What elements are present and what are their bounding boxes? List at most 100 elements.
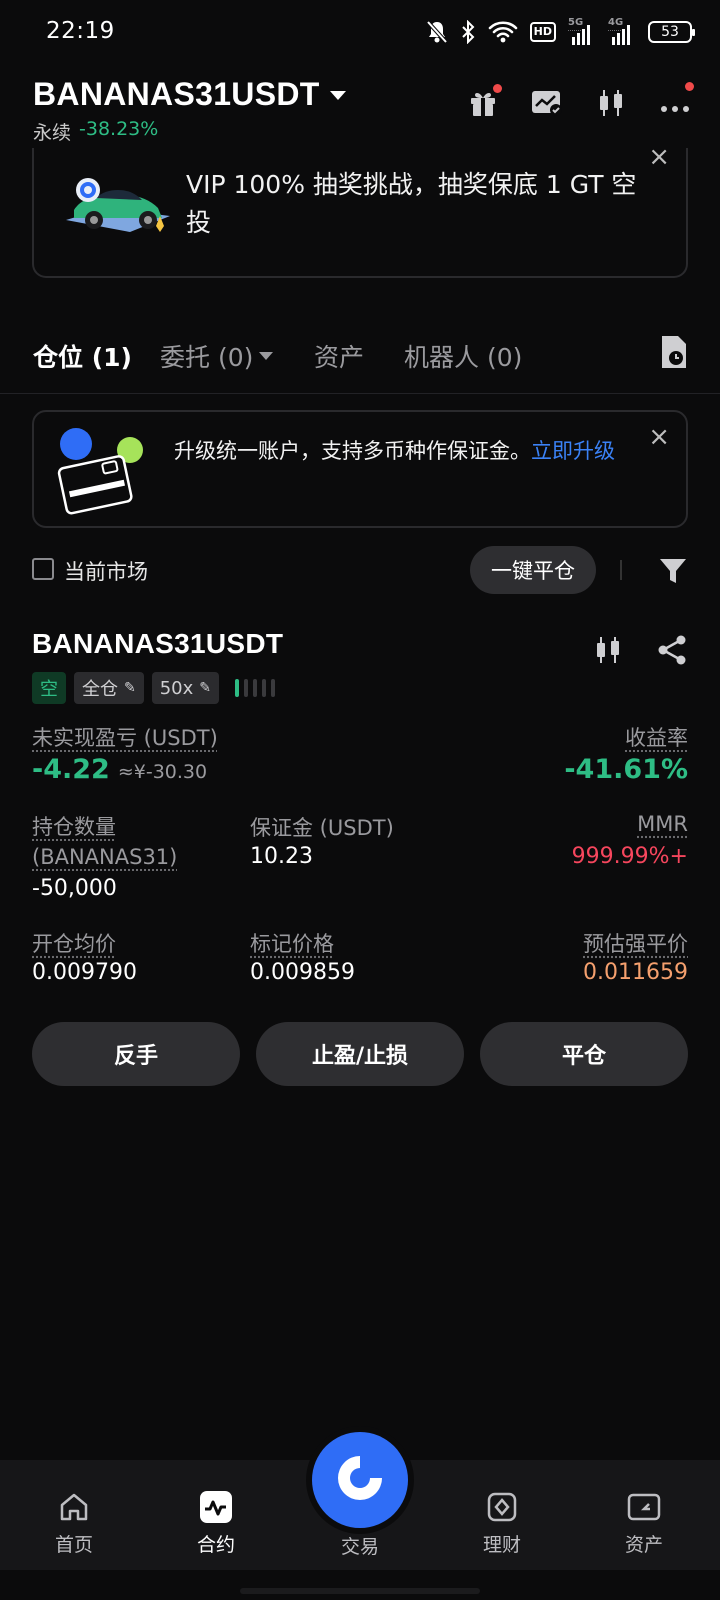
status-bar: 22:19 HD 5G 4G 53 <box>0 0 720 64</box>
chevron-down-icon <box>259 352 274 360</box>
nav-assets[interactable]: 资产 <box>594 1460 694 1570</box>
history-icon[interactable] <box>658 334 690 370</box>
tab-bots-label: 机器人 (0) <box>404 343 523 372</box>
nav-trade-label: 交易 <box>340 1536 379 1558</box>
symbol-selector[interactable]: BANANAS31USDT <box>33 76 346 113</box>
upgrade-now-link[interactable]: 立即升级 <box>531 439 615 463</box>
chart-check-icon[interactable] <box>530 86 564 120</box>
nav-futures[interactable]: 合约 <box>166 1460 266 1570</box>
tab-bots[interactable]: 机器人 (0) <box>404 338 522 374</box>
current-market-checkbox[interactable] <box>32 558 54 580</box>
roe-label[interactable]: 收益率 <box>625 722 688 752</box>
status-icons: HD 5G 4G 53 <box>426 17 695 46</box>
position-symbol[interactable]: BANANAS31USDT <box>32 628 688 660</box>
mmr-value: 999.99%+ <box>571 844 688 869</box>
risk-level-bar <box>262 679 267 697</box>
status-time: 22:19 <box>46 18 115 44</box>
bluetooth-icon <box>460 20 476 44</box>
mark-price-label[interactable]: 标记价格 <box>250 928 334 958</box>
car-prize-illustration <box>62 166 174 246</box>
position-action-buttons: 反手 止盈/止损 平仓 <box>32 1022 688 1086</box>
close-all-button[interactable]: 一键平仓 <box>470 546 596 594</box>
edit-icon: ✎ <box>199 680 212 696</box>
filter-icon[interactable] <box>658 556 688 586</box>
nav-earn-label: 理财 <box>482 1534 521 1556</box>
trade-icon <box>332 1450 388 1510</box>
symbol-title: BANANAS31USDT <box>33 76 320 112</box>
margin-value: 10.23 <box>250 844 313 869</box>
current-market-label[interactable]: 当前市场 <box>64 556 148 586</box>
signal-5g-icon: 5G <box>568 17 596 45</box>
candlestick-icon[interactable] <box>594 86 628 120</box>
promo-banner[interactable]: VIP 100% 抽奖挑战，抽奖保底 1 GT 空投 × <box>32 142 688 278</box>
position-card: BANANAS31USDT 空 全仓 ✎ 50x ✎ <box>32 628 688 704</box>
unified-account-banner[interactable]: 升级统一账户，支持多币种作保证金。立即升级 × <box>32 410 688 528</box>
wallet-icon <box>627 1490 661 1524</box>
entry-price-label[interactable]: 开仓均价 <box>32 928 116 958</box>
divider <box>620 560 622 580</box>
chevron-down-icon <box>329 91 346 100</box>
tab-orders[interactable]: 委托 (0) <box>160 338 274 374</box>
symbol-subtitle: 永续 -38.23% <box>33 118 158 145</box>
tab-positions[interactable]: 仓位 (1) <box>33 338 132 374</box>
upgrade-text: 升级统一账户，支持多币种作保证金。立即升级 <box>174 434 644 468</box>
tab-assets-label: 资产 <box>314 343 365 372</box>
position-qty-label-line2: (BANANAS31) <box>32 845 178 869</box>
nav-home[interactable]: 首页 <box>24 1460 124 1570</box>
more-icon[interactable] <box>658 82 694 120</box>
mmr-label[interactable]: MMR <box>637 812 688 836</box>
trade-button[interactable] <box>312 1432 408 1528</box>
wallet-illustration <box>54 426 150 518</box>
battery-icon: 53 <box>648 21 695 43</box>
mark-price-value: 0.009859 <box>250 960 355 985</box>
close-icon[interactable]: × <box>648 422 670 452</box>
gift-icon[interactable] <box>466 84 502 120</box>
hd-icon: HD <box>529 22 556 42</box>
position-qty-label[interactable]: 持仓数量 (BANANAS31) <box>32 812 177 872</box>
tab-assets[interactable]: 资产 <box>314 338 364 374</box>
futures-icon <box>199 1490 233 1524</box>
margin-mode-label: 全仓 <box>82 679 118 700</box>
earn-icon <box>485 1490 519 1524</box>
position-qty-value: -50,000 <box>32 876 117 901</box>
upgrade-message: 升级统一账户，支持多币种作保证金。 <box>174 439 531 463</box>
tab-positions-label: 仓位 (1) <box>33 343 132 372</box>
liquidation-price-label[interactable]: 预估强平价 <box>583 928 688 958</box>
unrealized-pnl: -4.22 ≈¥-30.30 <box>32 754 207 785</box>
nav-assets-label: 资产 <box>624 1534 663 1556</box>
margin-label: 保证金 (USDT) <box>250 816 394 840</box>
candlestick-icon[interactable] <box>592 634 624 670</box>
price-change: -38.23% <box>79 118 159 140</box>
unrealized-pnl-value: -4.22 <box>32 754 110 785</box>
roe-value: -41.61% <box>564 754 688 785</box>
positions-tabs: 仓位 (1) 委托 (0) 资产 机器人 (0) <box>0 330 720 394</box>
side-tag: 空 <box>32 672 66 704</box>
position-qty-label-line1: 持仓数量 <box>32 815 116 839</box>
share-icon[interactable] <box>656 634 688 670</box>
nav-futures-label: 合约 <box>196 1534 235 1556</box>
position-tags: 空 全仓 ✎ 50x ✎ <box>32 672 276 704</box>
notification-dot <box>685 82 694 91</box>
wifi-icon <box>488 20 518 44</box>
signal-4g-icon: 4G <box>608 17 636 45</box>
tab-orders-label: 委托 (0) <box>160 343 254 372</box>
nav-earn[interactable]: 理财 <box>452 1460 552 1570</box>
gesture-bar <box>240 1588 480 1594</box>
risk-level-bar <box>235 679 240 697</box>
leverage-label: 50x <box>159 677 194 699</box>
notification-dot <box>493 84 502 93</box>
close-icon[interactable]: × <box>648 142 670 172</box>
contract-header: BANANAS31USDT 永续 -38.23% <box>0 64 720 148</box>
close-position-button[interactable]: 平仓 <box>480 1022 688 1086</box>
nav-home-label: 首页 <box>54 1534 93 1556</box>
tp-sl-button[interactable]: 止盈/止损 <box>256 1022 464 1086</box>
leverage-tag[interactable]: 50x ✎ <box>151 672 220 704</box>
liquidation-price-value: 0.011659 <box>583 960 688 985</box>
promo-text: VIP 100% 抽奖挑战，抽奖保底 1 GT 空投 <box>186 170 637 237</box>
reverse-button[interactable]: 反手 <box>32 1022 240 1086</box>
unrealized-pnl-label[interactable]: 未实现盈亏 (USDT) <box>32 722 218 752</box>
position-actions <box>592 634 688 670</box>
margin-mode-tag[interactable]: 全仓 ✎ <box>74 672 144 704</box>
edit-icon: ✎ <box>124 680 136 696</box>
risk-level-bar <box>253 679 258 697</box>
